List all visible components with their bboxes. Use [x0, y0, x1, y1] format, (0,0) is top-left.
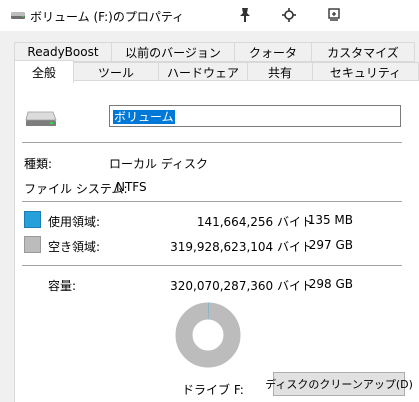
title-bar: ボリューム (F:)のプロパティ [0, 0, 419, 31]
free-space-bytes: 319,928,623,104 バイト [170, 240, 313, 254]
used-space-size: 135 MB [307, 213, 353, 227]
move-icon[interactable] [278, 5, 300, 25]
capacity-size: 298 GB [308, 277, 353, 291]
divider [22, 201, 402, 202]
restore-icon[interactable] [323, 5, 345, 25]
window-title: ボリューム (F:)のプロパティ [30, 10, 185, 24]
pin-icon[interactable] [234, 5, 256, 25]
divider [22, 265, 402, 266]
type-value: ローカル ディスク [109, 157, 208, 171]
volume-name-text: ボリューム [113, 110, 175, 124]
tab-sharing[interactable]: 共有 [247, 62, 313, 82]
tab-security[interactable]: セキュリティ [312, 62, 419, 82]
volume-name-input[interactable]: ボリューム [109, 105, 401, 127]
tab-customize[interactable]: カスタマイズ [311, 42, 415, 62]
used-space-label: 使用領域: [48, 215, 101, 229]
disk-cleanup-button[interactable]: ディスクのクリーンアップ(D) [265, 372, 413, 396]
usage-donut-chart [175, 302, 241, 368]
free-space-swatch [24, 236, 41, 253]
tab-readyboost[interactable]: ReadyBoost [14, 42, 112, 62]
type-label: 種類: [24, 157, 53, 171]
tab-hardware[interactable]: ハードウェア [158, 62, 248, 82]
free-space-size: 297 GB [308, 238, 353, 252]
free-space-label: 空き領域: [48, 240, 101, 254]
capacity-bytes: 320,070,287,360 バイト [170, 279, 313, 293]
free-space-ring [175, 302, 241, 368]
used-space-swatch [24, 211, 41, 228]
divider [22, 142, 402, 143]
file-system-label: ファイル システム: [24, 182, 128, 196]
file-system-value: NTFS [116, 180, 147, 194]
tab-tools[interactable]: ツール [73, 62, 159, 82]
capacity-label: 容量: [48, 279, 77, 293]
tab-quota[interactable]: クォータ [234, 42, 312, 62]
drive-icon [24, 110, 58, 130]
drive-icon [10, 9, 26, 21]
drive-label: ドライブ F: [182, 383, 244, 397]
tab-previous-versions[interactable]: 以前のバージョン [111, 42, 235, 62]
used-space-bytes: 141,664,256 バイト [196, 215, 313, 229]
tab-general[interactable]: 全般 [14, 60, 74, 83]
